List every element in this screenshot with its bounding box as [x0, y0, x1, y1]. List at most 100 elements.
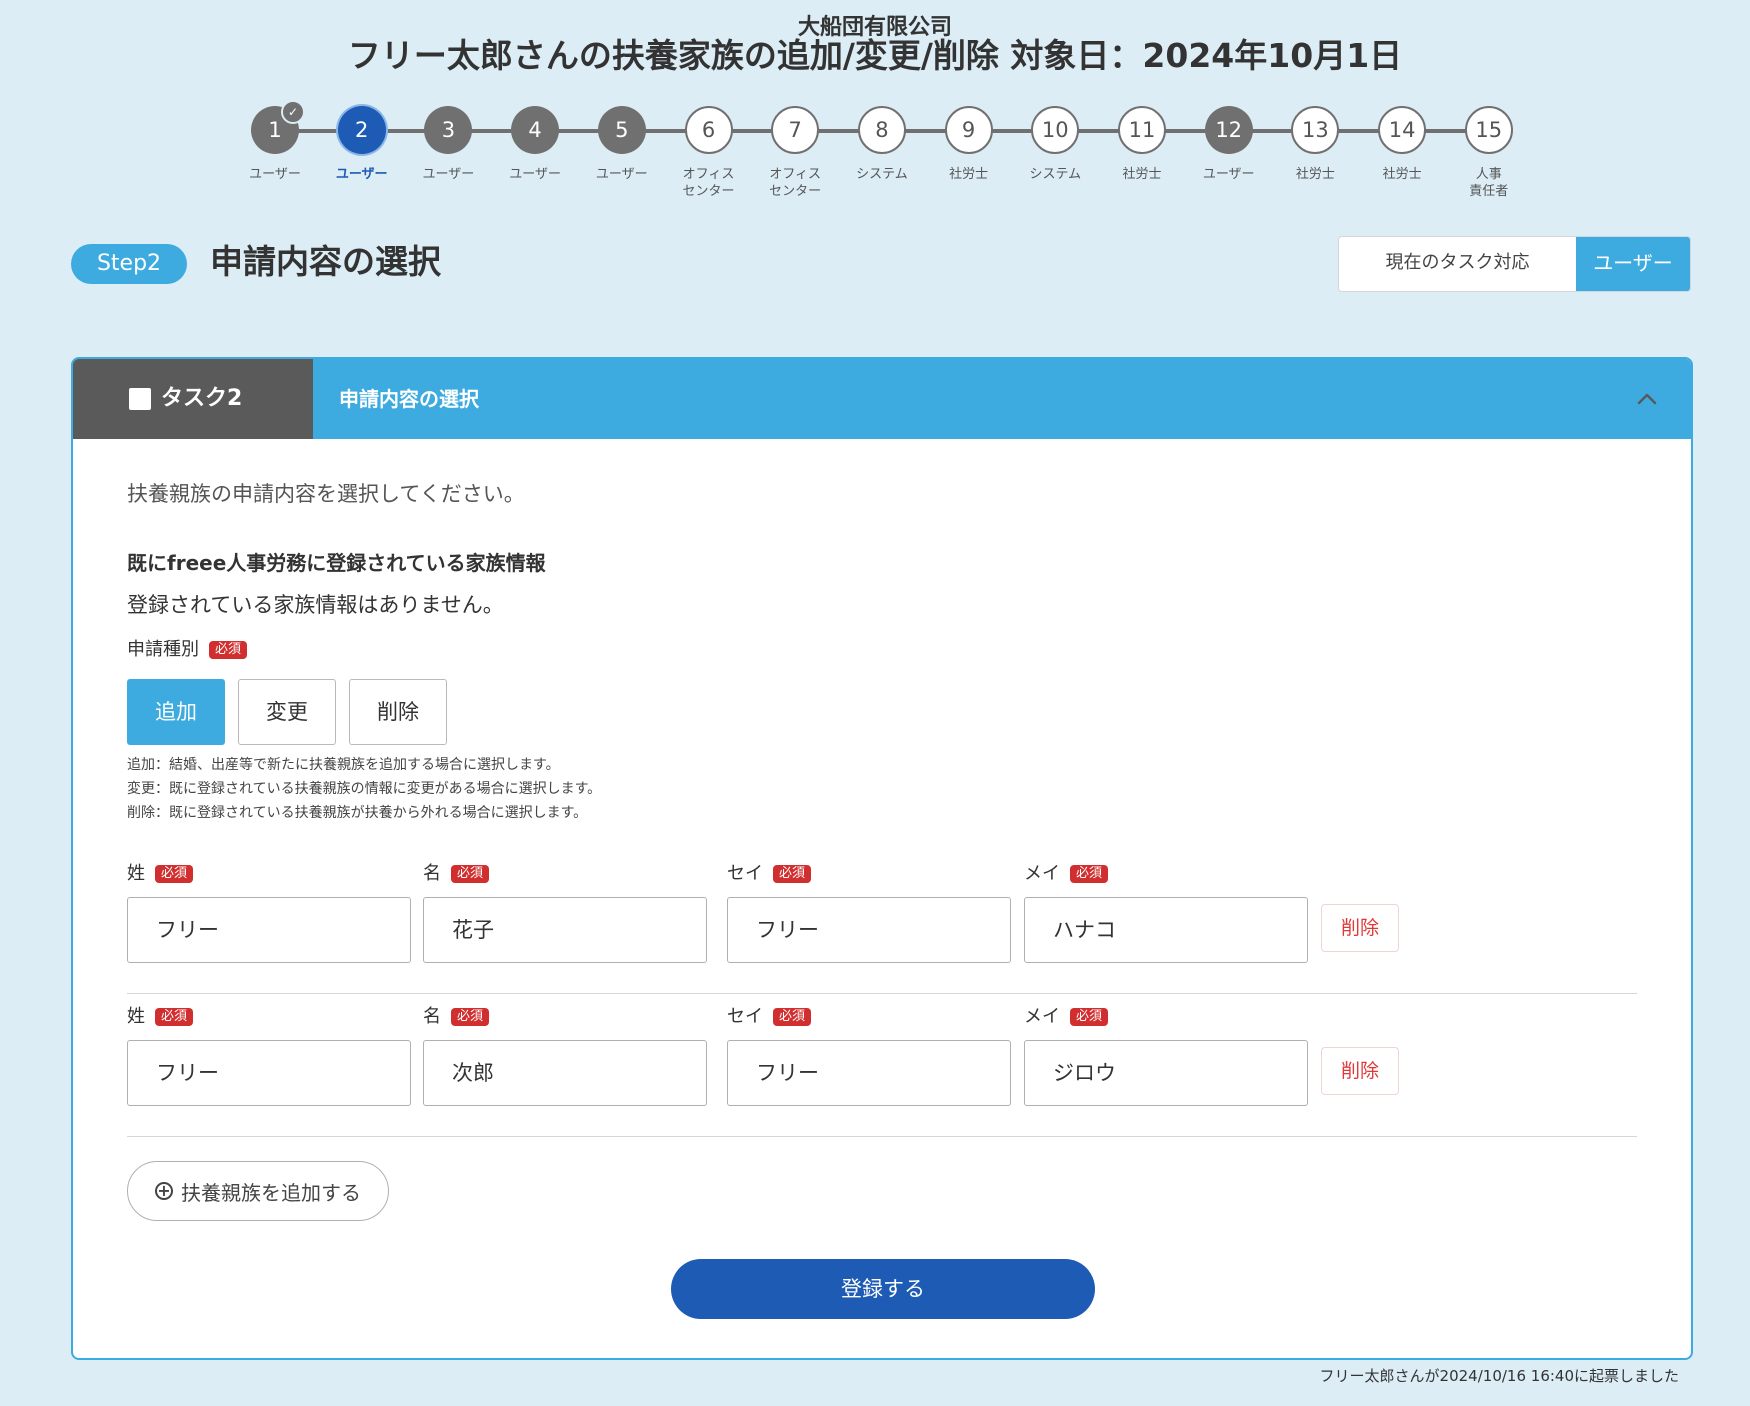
step-label: ユーザー [249, 167, 301, 182]
step-label: ユーザー [335, 167, 388, 182]
registered-family-title: 既にfreee人事労務に登録されている家族情報 [127, 551, 546, 575]
chevron-up-icon[interactable] [1629, 381, 1665, 417]
row-divider [127, 993, 1637, 994]
step-label: オフィス センター [682, 167, 735, 199]
step-circle: 11 [1118, 106, 1166, 154]
last-kana-label: セイ [727, 1006, 763, 1027]
last-name-input[interactable]: フリー [127, 897, 411, 963]
step-4: 4 ユーザー [485, 106, 585, 183]
step-number: 15 [1475, 118, 1503, 142]
required-badge: 必須 [209, 641, 248, 659]
step-circle: 14 [1378, 106, 1427, 154]
step-number: 7 [788, 118, 802, 142]
request-type-label-text: 申請種別 [127, 639, 199, 660]
last-kana-input[interactable]: フリー [727, 1040, 1011, 1106]
intro-text: 扶養親族の申請内容を選択してください。 [127, 482, 525, 506]
current-task-value: ユーザー [1576, 237, 1690, 291]
step-circle: 6 [684, 106, 733, 154]
step-label: オフィス センター [769, 167, 822, 199]
plus-circle-icon: + [155, 1182, 173, 1200]
step-13: 13 社労士 [1265, 106, 1365, 183]
task-card: タスク2 申請内容の選択 扶養親族の申請内容を選択してください。 既にfreee… [71, 357, 1693, 1360]
step-number: 2 [355, 118, 369, 142]
step-9: 9 社労士 [919, 106, 1019, 183]
step-number: 8 [875, 118, 889, 142]
check-icon: ✓ [281, 100, 305, 124]
step-number: 12 [1215, 118, 1243, 142]
step-circle: 7 [771, 106, 820, 154]
required-badge: 必須 [773, 865, 812, 883]
step-label: 社労士 [1295, 167, 1335, 182]
delete-family-button[interactable]: 削除 [1321, 904, 1399, 952]
workflow-stepper: 1 ✓ ユーザー 2 ユーザー 3 ユーザー 4 ユーザー 5 ユーザー 6 オフィス センター 7 オフィ… [0, 100, 1750, 206]
first-kana-label: メイ [1024, 1006, 1060, 1027]
type-delete-button[interactable]: 削除 [349, 679, 447, 745]
created-note: フリー太郎さんが2024/10/16 16:40に起票しました [1319, 1367, 1679, 1385]
last-kana-field: セイ 必須 フリー [727, 1004, 1011, 1106]
step-label: 社労士 [949, 167, 989, 182]
delete-family-button[interactable]: 削除 [1321, 1047, 1399, 1095]
step-circle: 8 [857, 106, 906, 154]
type-add-description: 追加：結婚、出産等で新たに扶養親族を追加する場合に選択します。 [127, 757, 560, 773]
step-label: ユーザー [1202, 167, 1255, 182]
first-name-label: 名 [423, 863, 441, 884]
step-circle: 3 [424, 106, 473, 154]
registered-family-empty: 登録されている家族情報はありません。 [127, 593, 504, 617]
family-row: 姓必須 フリー 名必須 次郎 セイ 必須 フリー メイ 必須 ジロウ 削除 [127, 1004, 1637, 1148]
last-name-label: 姓 [127, 1006, 145, 1027]
step-label: 人事 責任者 [1469, 167, 1509, 199]
task-checkbox[interactable] [129, 388, 151, 410]
last-kana-input[interactable]: フリー [727, 897, 1011, 963]
step-title: 申請内容の選択 [210, 242, 441, 281]
step-label: ユーザー [422, 167, 475, 182]
step-circle: 12 [1204, 106, 1253, 154]
step-number: 6 [701, 118, 716, 142]
type-add-button[interactable]: 追加 [127, 679, 225, 745]
task-card-title: 申請内容の選択 [339, 387, 479, 411]
step-label: システム [1029, 167, 1082, 182]
step-10: 10 システム [1005, 106, 1105, 183]
current-task-label: 現在のタスク対応 [1339, 237, 1576, 291]
step-number: 9 [961, 118, 976, 142]
step-badge: Step2 [71, 244, 187, 284]
step-11: 11 社労士 [1092, 106, 1192, 183]
required-badge: 必須 [1070, 1008, 1109, 1026]
step-label: システム [856, 167, 908, 182]
last-name-field: 姓必須 フリー [127, 1004, 411, 1106]
first-name-input[interactable]: 次郎 [423, 1040, 707, 1106]
step-circle: 4 [511, 106, 560, 154]
last-name-label: 姓 [127, 863, 145, 884]
first-name-input[interactable]: 花子 [423, 897, 707, 963]
step-label: 社労士 [1122, 167, 1162, 182]
first-kana-input[interactable]: ハナコ [1024, 897, 1308, 963]
required-badge: 必須 [451, 865, 490, 883]
required-badge: 必須 [1070, 865, 1109, 883]
type-change-button[interactable]: 変更 [238, 679, 336, 745]
step-number: 5 [615, 118, 629, 142]
step-8: 8 システム [832, 106, 932, 183]
step-6: 6 オフィス センター [659, 106, 759, 200]
add-family-label: 扶養親族を追加する [181, 1180, 361, 1205]
first-name-field: 名必須 次郎 [423, 1004, 707, 1106]
add-family-button[interactable]: + 扶養親族を追加する [127, 1161, 389, 1221]
task-card-header[interactable]: タスク2 申請内容の選択 [73, 359, 1691, 439]
step-number: 11 [1128, 118, 1156, 142]
first-kana-input[interactable]: ジロウ [1024, 1040, 1308, 1106]
last-name-input[interactable]: フリー [127, 1040, 411, 1106]
step-7: 7 オフィス センター [745, 106, 845, 200]
task-tab-label: タスク2 [161, 386, 243, 411]
step-circle: 13 [1291, 106, 1340, 154]
step-circle: 2 [337, 106, 386, 154]
last-kana-label: セイ [727, 863, 763, 884]
submit-button[interactable]: 登録する [671, 1259, 1095, 1319]
page-title: フリー太郎さんの扶養家族の追加/変更/削除 対象日：2024年10月1日 [347, 36, 1403, 75]
request-type-buttons: 追加 変更 削除 [127, 679, 460, 745]
required-badge: 必須 [155, 865, 194, 883]
row-divider [127, 1136, 1637, 1137]
request-type-descriptions: 追加：結婚、出産等で新たに扶養親族を追加する場合に選択します。 変更：既に登録さ… [127, 753, 601, 825]
step-number: 1 [268, 118, 282, 142]
family-row: 姓必須 フリー 名必須 花子 セイ 必須 フリー メイ 必須 ハナコ 削除 [127, 861, 1637, 1005]
required-badge: 必須 [451, 1008, 490, 1026]
step-label: ユーザー [595, 167, 648, 182]
current-task-indicator: 現在のタスク対応 ユーザー [1338, 236, 1691, 292]
